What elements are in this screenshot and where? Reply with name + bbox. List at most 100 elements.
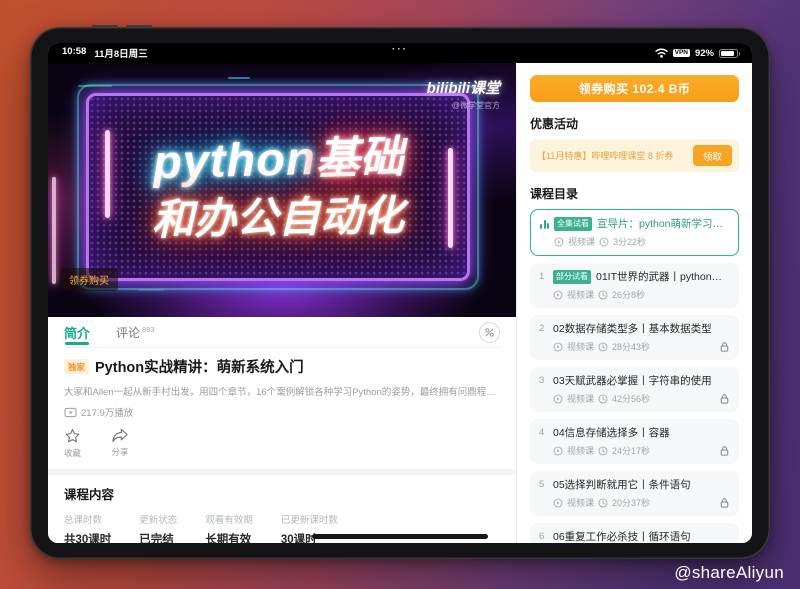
lesson-item[interactable]: 3 03天赋武器必掌握丨字符串的使用视频课42分56秒 <box>530 367 739 412</box>
video-type-icon <box>553 394 563 404</box>
volume-button <box>92 25 118 28</box>
lesson-meta: 视频课28分43秒 <box>553 340 730 353</box>
video-type-icon <box>553 446 563 456</box>
vpn-badge: VPN <box>673 49 690 57</box>
lesson-item[interactable]: 606重复工作必杀技丨循环语句视频课25分32秒 <box>530 523 739 543</box>
stat-label: 更新状态 <box>139 512 177 526</box>
lesson-meta: 视频课42分56秒 <box>553 392 730 405</box>
lock-icon <box>719 341 730 353</box>
lesson-title: 06重复工作必杀技丨循环语句 <box>553 529 691 543</box>
neon-title-line2: 和办公自动化 <box>152 195 405 241</box>
course-content-heading: 课程内容 <box>64 484 500 503</box>
lesson-index: 2 <box>539 323 548 334</box>
lesson-item[interactable]: 505选择判断就用它丨条件语句视频课20分37秒 <box>530 471 739 516</box>
trial-badge: 全集试看 <box>554 217 592 231</box>
lesson-item[interactable]: 全集试看宣导片：python萌新学习指南视频课3分22秒 <box>530 209 739 256</box>
lesson-title: 04信息存储选择多丨容器 <box>553 425 670 440</box>
lesson-item[interactable]: 2 02数据存储类型多丨基本数据类型视频课28分43秒 <box>530 315 739 360</box>
section-divider <box>48 469 516 475</box>
glitch-streak <box>138 289 164 291</box>
buy-with-coupon-button[interactable]: 领券购买 102.4 B币 <box>530 75 739 102</box>
lesson-meta: 视频课3分22秒 <box>554 235 729 248</box>
now-playing-bars-icon <box>540 219 549 229</box>
stat-label: 观看有效期 <box>205 512 253 526</box>
promo-heading: 优惠活动 <box>530 115 739 132</box>
purchase-sidebar: 领券购买 102.4 B币 优惠活动 【11月特惠】哔哩哔哩课堂 8 折券 领取… <box>516 63 752 543</box>
volume-button <box>126 25 152 28</box>
lock-icon <box>719 497 730 509</box>
neon-tube <box>52 177 56 284</box>
hero-coupon-badge[interactable]: 领券购买 <box>60 268 118 291</box>
exclusive-badge: 独家 <box>64 359 89 374</box>
play-count: 217.9万播放 <box>81 405 133 419</box>
catalog-heading: 课程目录 <box>530 185 739 202</box>
lock-icon <box>719 445 730 457</box>
battery-icon <box>719 49 738 58</box>
lesson-title: 03天赋武器必掌握丨字符串的使用 <box>553 373 712 388</box>
course-title: Python实战精讲：萌新系统入门 <box>95 356 304 377</box>
lesson-item[interactable]: 4 04信息存储选择多丨容器视频课24分17秒 <box>530 419 739 464</box>
glitch-streak <box>78 85 112 87</box>
stat-value: 共30课时 <box>64 531 111 543</box>
status-bar: 10:58 11月8日周三 ··· VPN 92% <box>48 43 752 63</box>
uploader-handle: @微学堂官方 <box>427 100 500 111</box>
tab-bar: 简介 评论883 <box>64 317 500 348</box>
glitch-streak <box>228 77 250 79</box>
duration-clock-icon <box>598 498 608 508</box>
tab-intro[interactable]: 简介 <box>64 317 90 347</box>
stat-value: 已完结 <box>139 531 177 543</box>
share-button[interactable]: 分享 <box>111 428 129 459</box>
play-count-icon <box>64 407 77 418</box>
lesson-index: 5 <box>539 479 548 490</box>
lesson-title: 宣导片：python萌新学习指南 <box>597 216 729 231</box>
tablet-frame: 10:58 11月8日周三 ··· VPN 92% <box>30 27 770 559</box>
lesson-index: 3 <box>539 375 548 386</box>
multitask-dots-icon: ··· <box>392 44 408 55</box>
bilibili-classroom-logo: bilibili课堂 <box>427 77 500 98</box>
duration-clock-icon <box>598 394 608 404</box>
lesson-list: 全集试看宣导片：python萌新学习指南视频课3分22秒1部分试看01IT世界的… <box>530 209 739 543</box>
claim-coupon-button[interactable]: 领取 <box>693 145 732 166</box>
promo-circle-icon[interactable] <box>479 322 500 343</box>
lesson-meta: 视频课24分17秒 <box>553 444 730 457</box>
video-type-icon <box>554 237 564 247</box>
lesson-item[interactable]: 1部分试看01IT世界的武器丨python环境搭建_第一个视频课26分8秒 <box>530 263 739 308</box>
favorite-button[interactable]: 收藏 <box>64 428 81 459</box>
page-background: 10:58 11月8日周三 ··· VPN 92% <box>0 0 800 589</box>
status-date: 11月8日周三 <box>94 46 147 60</box>
video-type-icon <box>553 498 563 508</box>
watermark: @shareAliyun <box>674 563 784 583</box>
lesson-index: 4 <box>539 427 548 438</box>
stat-value: 长期有效 <box>205 531 253 543</box>
tab-comments[interactable]: 评论883 <box>116 324 155 341</box>
neon-tube <box>448 148 453 248</box>
star-icon <box>64 428 81 444</box>
duration-clock-icon <box>599 237 609 247</box>
lock-icon <box>719 393 730 405</box>
lesson-meta: 视频课20分37秒 <box>553 496 730 509</box>
duration-clock-icon <box>598 446 608 456</box>
lesson-index: 6 <box>539 531 548 542</box>
neon-sign-board: python基础 和办公自动化 <box>86 93 470 281</box>
lesson-index: 1 <box>539 271 548 282</box>
battery-percent: 92% <box>695 48 714 59</box>
coupon-card: 【11月特惠】哔哩哔哩课堂 8 折券 领取 <box>530 139 739 172</box>
course-cover-video[interactable]: python基础 和办公自动化 bilibili课堂 @微学堂官方 领券购买 <box>48 63 516 317</box>
coupon-text: 【11月特惠】哔哩哔哩课堂 8 折券 <box>537 149 687 162</box>
video-type-icon <box>553 342 563 352</box>
stat-label: 已更新课时数 <box>281 512 338 526</box>
lesson-title: 02数据存储类型多丨基本数据类型 <box>553 321 712 336</box>
wifi-icon <box>655 48 668 58</box>
tablet-screen: 10:58 11月8日周三 ··· VPN 92% <box>48 43 752 543</box>
neon-title-line1: python基础 <box>152 132 404 187</box>
course-description: 大家和Allen一起从新手村出发，用四个章节，16个案例解锁各种学习Python… <box>64 384 500 398</box>
video-type-icon <box>553 290 563 300</box>
stat-label: 总课时数 <box>64 512 111 526</box>
comments-count: 883 <box>142 325 155 334</box>
neon-tube <box>105 130 110 218</box>
share-icon <box>111 428 129 443</box>
trial-badge: 部分试看 <box>553 270 591 284</box>
home-indicator[interactable] <box>312 534 488 539</box>
lesson-meta: 视频课26分8秒 <box>553 288 730 301</box>
duration-clock-icon <box>598 290 608 300</box>
